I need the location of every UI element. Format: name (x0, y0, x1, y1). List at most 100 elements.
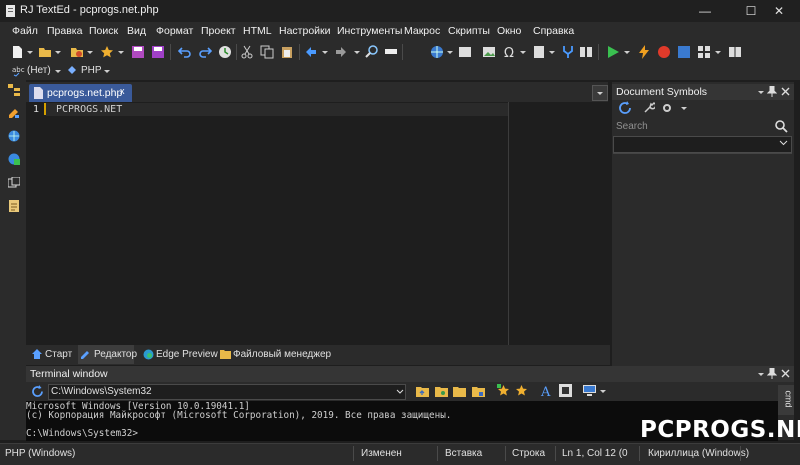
layout-dropdown-icon[interactable] (715, 51, 721, 54)
tab-edge-preview[interactable]: Edge Preview (140, 345, 218, 364)
save-icon[interactable] (131, 45, 145, 59)
favorites-star-icon[interactable] (100, 45, 114, 59)
terminal-close-icon[interactable] (781, 369, 790, 378)
run-play-icon[interactable] (606, 45, 620, 59)
close-button[interactable]: ✕ (760, 0, 798, 22)
omega-icon[interactable]: Ω (503, 45, 517, 59)
chevron-down-icon[interactable] (779, 140, 788, 146)
symbol-filter-select[interactable] (613, 136, 792, 153)
compare-icon[interactable] (579, 45, 593, 59)
background-color-icon[interactable] (559, 384, 572, 397)
status-position[interactable]: Ln 1, Col 12 (0 (562, 448, 628, 459)
spell-language-dropdown-icon[interactable] (55, 70, 61, 73)
snippets-icon[interactable] (8, 177, 20, 189)
status-insert-mode[interactable]: Вставка (445, 448, 482, 459)
menu-format[interactable]: Формат (156, 25, 193, 37)
forward-arrow-icon[interactable] (335, 45, 349, 59)
menu-macro[interactable]: Макрос (404, 25, 440, 37)
status-language[interactable]: PHP (Windows) (5, 448, 75, 459)
favorites-dropdown-icon[interactable] (118, 51, 124, 54)
tab-start[interactable]: Старт (29, 345, 73, 364)
favorite-star-icon[interactable] (515, 384, 528, 397)
tools-fork-icon[interactable] (561, 45, 575, 59)
paste-icon[interactable] (280, 45, 294, 59)
html-tag-icon[interactable] (458, 45, 472, 59)
search-icon[interactable] (775, 120, 788, 133)
layout-grid-icon[interactable] (697, 45, 711, 59)
cmd-side-tab[interactable]: cmd (778, 385, 794, 415)
font-icon[interactable]: A (540, 384, 553, 397)
panel-close-icon[interactable] (781, 87, 790, 96)
tab-editor[interactable]: Редактор (78, 345, 137, 364)
new-file-icon[interactable] (10, 45, 24, 59)
menu-project[interactable]: Проект (201, 25, 236, 37)
find-icon[interactable] (365, 45, 379, 59)
settings-wrench-icon[interactable] (643, 102, 655, 114)
syntax-dropdown-icon[interactable] (104, 70, 110, 73)
refresh-icon[interactable] (618, 101, 632, 115)
open-folder-icon[interactable] (38, 45, 52, 59)
folder-sync-icon[interactable] (472, 385, 485, 397)
menu-tools[interactable]: Инструменты (337, 25, 402, 37)
clip-library-icon[interactable] (8, 107, 20, 119)
pin-icon[interactable] (767, 86, 777, 97)
undo-icon[interactable] (178, 45, 192, 59)
save-all-icon[interactable] (151, 45, 165, 59)
cut-icon[interactable] (240, 45, 254, 59)
open-project-icon[interactable] (70, 45, 84, 59)
spell-language-select[interactable]: (Нет) (27, 65, 51, 76)
folder-up-icon[interactable] (416, 385, 429, 397)
new-dropdown-icon[interactable] (27, 51, 33, 54)
gear-icon[interactable] (661, 102, 673, 114)
copy-icon[interactable] (260, 45, 274, 59)
menu-window[interactable]: Окно (497, 25, 521, 37)
status-mode[interactable]: Строка (512, 448, 545, 459)
favorite-add-icon[interactable] (497, 384, 510, 397)
monitor-dropdown-icon[interactable] (600, 390, 606, 393)
path-chevron-down-icon[interactable] (396, 389, 404, 394)
menu-html[interactable]: HTML (243, 25, 272, 37)
editor-tab-label[interactable]: pcprogs.net.php (47, 87, 122, 99)
code-line[interactable]: PCPROGS.NET (56, 104, 122, 115)
file-tree-icon[interactable] (8, 84, 20, 96)
panel-menu-icon[interactable] (758, 91, 764, 94)
tab-list-dropdown-icon[interactable] (592, 85, 608, 101)
special-char-dropdown-icon[interactable] (520, 51, 526, 54)
menu-edit[interactable]: Правка (47, 25, 82, 37)
notes-icon[interactable] (8, 200, 20, 212)
tab-file-manager[interactable]: Файловый менеджер (217, 345, 331, 364)
menu-file[interactable]: Файл (12, 25, 38, 37)
terminal-pin-icon[interactable] (767, 368, 777, 379)
syntax-select[interactable]: PHP (81, 65, 102, 76)
menu-view[interactable]: Вид (127, 25, 146, 37)
forward-dropdown-icon[interactable] (354, 51, 360, 54)
split-view-icon[interactable] (728, 45, 742, 59)
project-dropdown-icon[interactable] (87, 51, 93, 54)
tab-close-icon[interactable]: x (120, 86, 125, 96)
menu-settings[interactable]: Настройки (279, 25, 331, 37)
globe-dropdown-icon[interactable] (447, 51, 453, 54)
ftp-icon[interactable] (8, 153, 20, 165)
document-dropdown-icon[interactable] (549, 51, 555, 54)
menu-search[interactable]: Поиск (89, 25, 118, 37)
terminal-refresh-icon[interactable] (31, 385, 44, 398)
image-icon[interactable] (482, 45, 496, 59)
open-dropdown-icon[interactable] (55, 51, 61, 54)
terminal-menu-icon[interactable] (758, 373, 764, 376)
back-arrow-icon[interactable] (303, 45, 317, 59)
stop-icon[interactable] (677, 45, 691, 59)
folder-home-icon[interactable] (435, 385, 448, 397)
replace-icon[interactable] (384, 45, 398, 59)
back-dropdown-icon[interactable] (322, 51, 328, 54)
gear-dropdown-icon[interactable] (681, 107, 687, 110)
code-editor[interactable] (26, 102, 608, 345)
menu-help[interactable]: Справка (533, 25, 574, 37)
lightning-icon[interactable] (637, 45, 651, 59)
status-encoding[interactable]: Кириллица (Windows) (648, 448, 749, 459)
menu-scripts[interactable]: Скрипты (448, 25, 490, 37)
monitor-icon[interactable] (583, 385, 596, 396)
history-clock-icon[interactable] (218, 45, 232, 59)
minimize-button[interactable]: — (686, 0, 724, 22)
redo-icon[interactable] (198, 45, 212, 59)
globe-icon[interactable] (430, 45, 444, 59)
